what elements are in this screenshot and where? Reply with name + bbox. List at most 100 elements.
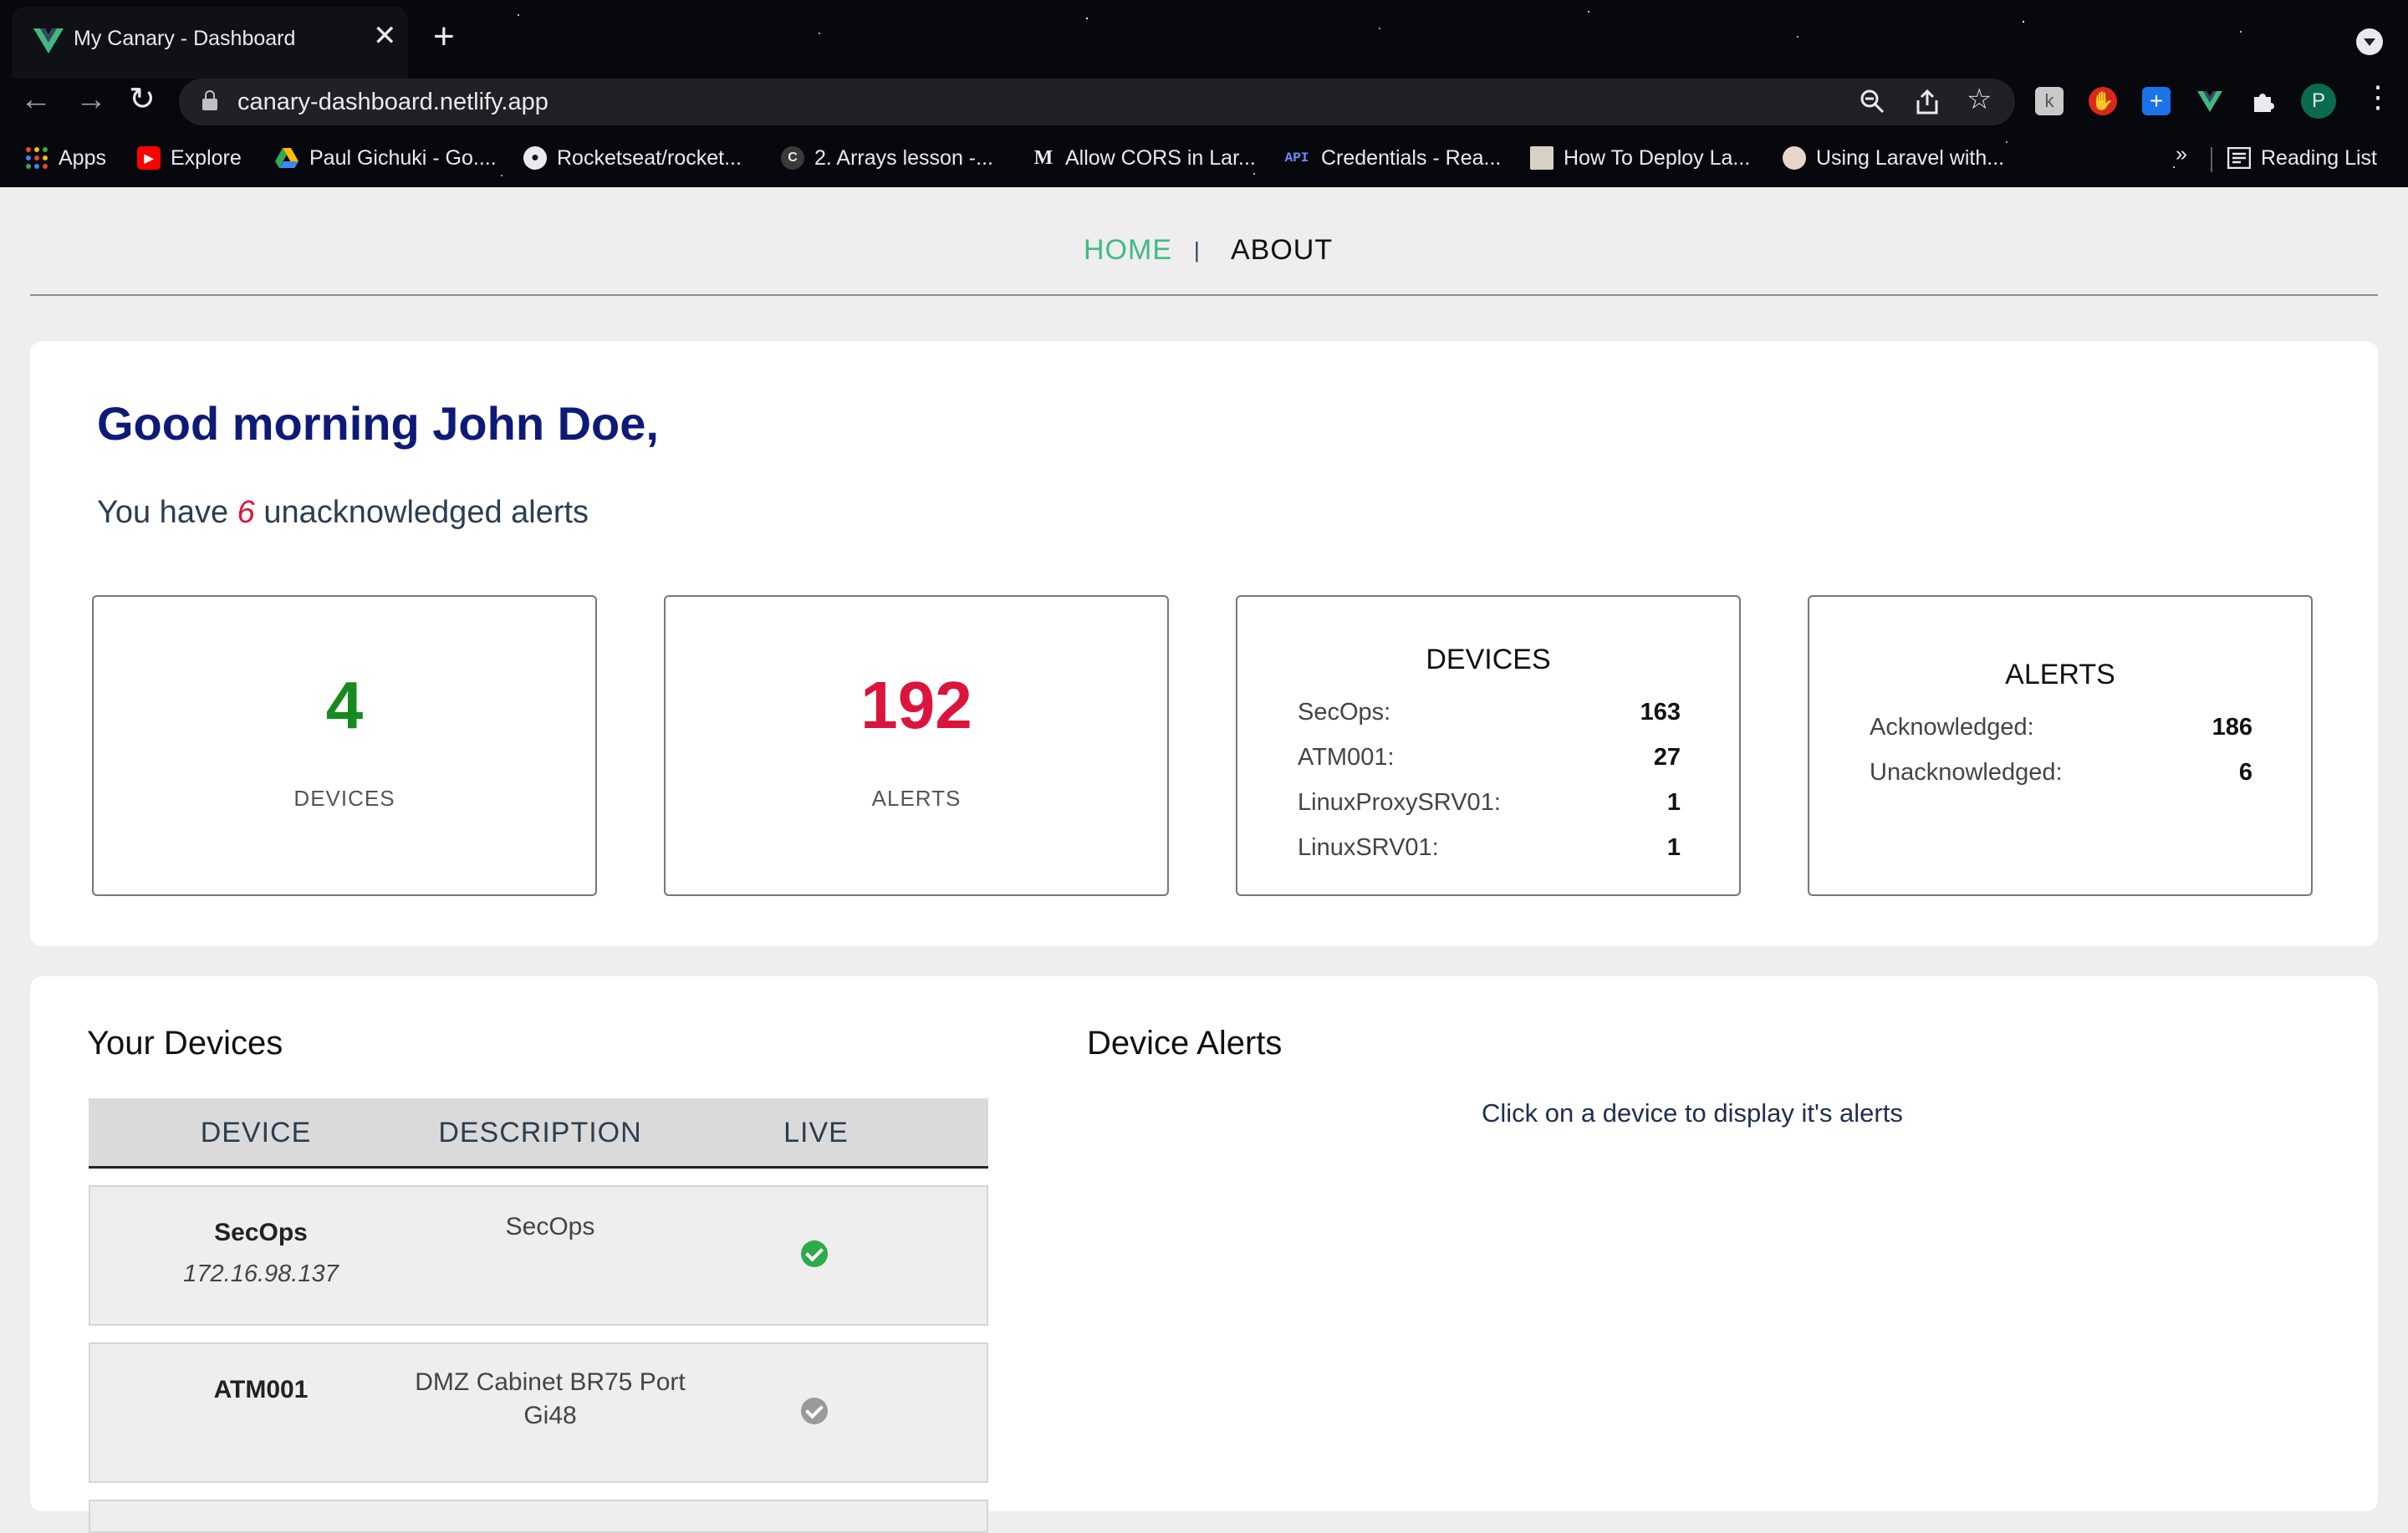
address-bar[interactable]: canary-dashboard.netlify.app ☆ (179, 79, 2015, 125)
devices-count: 4 (325, 668, 364, 742)
device-name: ATM001 (213, 1376, 309, 1403)
bookmark-label: Credentials - Rea... (1321, 145, 1502, 170)
device-alerts-title: Device Alerts (1087, 1025, 1283, 1062)
browser-tab[interactable]: My Canary - Dashboard ✕ (12, 7, 408, 79)
bookmark-label: Allow CORS in Lar... (1065, 145, 1256, 170)
nav-underline (30, 294, 2378, 296)
bookmark-using-laravel[interactable]: Using Laravel with... (1783, 144, 2004, 172)
bookmark-credentials[interactable]: API Credentials - Rea... (1283, 144, 1502, 172)
device-description: DMZ Cabinet BR75 Port Gi48 (415, 1368, 686, 1429)
summary-prefix: You have (97, 495, 229, 530)
alerts-count-label: ALERTS (871, 786, 962, 811)
lock-icon (202, 90, 217, 110)
github-icon: ● (523, 146, 547, 170)
page-icon (1530, 146, 1553, 170)
reading-list-button[interactable]: Reading List (2227, 144, 2377, 172)
live-check-icon (801, 1240, 828, 1267)
extension-k-icon[interactable]: k (2035, 87, 2064, 115)
device-name: SecOps (214, 1219, 308, 1246)
google-drive-icon (275, 148, 298, 168)
extension-hand-icon[interactable]: ✋ (2089, 87, 2117, 115)
nav-divider: | (1194, 237, 1200, 262)
breakdown-device-name: LinuxSRV01: (1298, 834, 1439, 861)
vue-logo-icon (33, 28, 64, 53)
offline-check-icon (801, 1398, 828, 1424)
codecademy-icon: C (781, 146, 804, 170)
forward-arrow-icon[interactable]: → (75, 84, 107, 115)
reading-list-label: Reading List (2261, 145, 2377, 170)
breakdown-alert-count: 6 (2238, 759, 2252, 786)
summary-suffix: unacknowledged alerts (263, 495, 589, 530)
share-icon[interactable] (1915, 89, 1940, 115)
bookmarks-divider (2211, 147, 2212, 172)
device-description: SecOps (505, 1213, 595, 1240)
breakdown-device-count: 1 (1666, 834, 1681, 861)
bookmark-label: Using Laravel with... (1816, 145, 2005, 170)
nav-home-link[interactable]: HOME (1084, 234, 1172, 267)
bookmark-star-icon[interactable]: ☆ (1967, 85, 1992, 114)
column-description: DESCRIPTION (438, 1117, 642, 1148)
medium-icon: M (1033, 147, 1054, 169)
reload-icon[interactable]: ↻ (129, 84, 156, 115)
new-tab-button[interactable]: + (433, 18, 455, 55)
breakdown-device-count: 1 (1666, 789, 1681, 816)
alerts-stat-card: 192 ALERTS (664, 595, 1169, 896)
breakdown-device-count: 163 (1640, 699, 1681, 726)
extension-vue-devtools-icon[interactable] (2196, 87, 2224, 115)
device-row[interactable]: ATM001 DMZ Cabinet BR75 Port Gi48 (89, 1342, 988, 1483)
your-devices-title: Your Devices (87, 1025, 283, 1062)
api-icon: API (1284, 150, 1309, 166)
unacknowledged-summary: You have 6 unacknowledged alerts (97, 495, 589, 531)
device-breakdown-title: DEVICES (1426, 644, 1551, 675)
bookmark-rocketseat[interactable]: ● Rocketseat/rocket... (523, 144, 742, 172)
devices-panel: Your Devices DEVICE DESCRIPTION LIVE Sec… (30, 976, 2378, 1533)
url-text[interactable]: canary-dashboard.netlify.app (237, 89, 548, 116)
bookmark-arrays-lesson[interactable]: C 2. Arrays lesson -... (781, 144, 993, 172)
device-ip: 172.16.98.137 (183, 1261, 339, 1287)
bookmark-label: Paul Gichuki - Go.... (309, 145, 497, 170)
tab-search-icon[interactable] (2356, 28, 2383, 55)
app-nav: HOME | ABOUT (0, 187, 2408, 296)
bookmark-allow-cors[interactable]: M Allow CORS in Lar... (1032, 144, 1256, 172)
bookmark-label: Explore (171, 145, 242, 170)
extensions-puzzle-icon[interactable] (2249, 87, 2278, 115)
bookmark-label: How To Deploy La... (1564, 145, 1751, 170)
devices-table-header: DEVICE DESCRIPTION LIVE (89, 1098, 988, 1169)
bookmark-paul-gichuki[interactable]: Paul Gichuki - Go.... (274, 144, 497, 172)
bookmarks-overflow-icon[interactable]: » (2176, 142, 2187, 166)
devices-count-label: DEVICES (293, 786, 395, 811)
bookmark-apps[interactable]: Apps (25, 144, 106, 172)
browser-chrome: My Canary - Dashboard ✕ + ← → ↻ canary-d… (0, 0, 2408, 187)
devices-stat-card: 4 DEVICES (92, 595, 597, 896)
tab-close-icon[interactable]: ✕ (373, 22, 397, 50)
bookmark-explore[interactable]: ▶ Explore (137, 144, 242, 172)
device-row[interactable] (89, 1500, 988, 1533)
bookmark-label: Apps (59, 145, 106, 170)
device-row[interactable]: SecOps 172.16.98.137 SecOps (89, 1185, 988, 1326)
alert-breakdown-card: ALERTS Acknowledged: 186 Unacknowledged:… (1808, 595, 2313, 896)
column-live: LIVE (783, 1117, 849, 1148)
apps-grid-icon (26, 147, 48, 169)
unacknowledged-count: 6 (237, 495, 255, 530)
summary-card: Good morning John Doe, You have 6 unackn… (30, 341, 2378, 946)
breakdown-alert-name: Acknowledged: (1870, 714, 2034, 741)
bookmark-label: 2. Arrays lesson -... (814, 145, 993, 170)
browser-menu-icon[interactable]: ⋮ (2363, 82, 2393, 112)
breakdown-alert-count: 186 (2212, 714, 2252, 741)
avatar-icon (1783, 146, 1806, 170)
breakdown-alert-name: Unacknowledged: (1870, 759, 2063, 786)
nav-about-link[interactable]: ABOUT (1231, 234, 1333, 267)
breakdown-device-count: 27 (1653, 744, 1681, 771)
back-arrow-icon[interactable]: ← (20, 84, 52, 115)
extension-plus-icon[interactable]: + (2142, 87, 2171, 115)
reading-list-icon (2227, 147, 2251, 169)
bookmark-deploy[interactable]: How To Deploy La... (1530, 144, 1750, 172)
youtube-icon: ▶ (137, 146, 161, 170)
zoom-icon[interactable] (1860, 89, 1885, 114)
tab-title: My Canary - Dashboard (74, 27, 296, 50)
device-breakdown-card: DEVICES SecOps: 163 ATM001: 27 LinuxProx… (1236, 595, 1741, 896)
alerts-count: 192 (860, 668, 972, 742)
bookmark-label: Rocketseat/rocket... (557, 145, 742, 170)
greeting-title: Good morning John Doe, (97, 397, 659, 450)
profile-avatar[interactable]: P (2301, 84, 2336, 119)
